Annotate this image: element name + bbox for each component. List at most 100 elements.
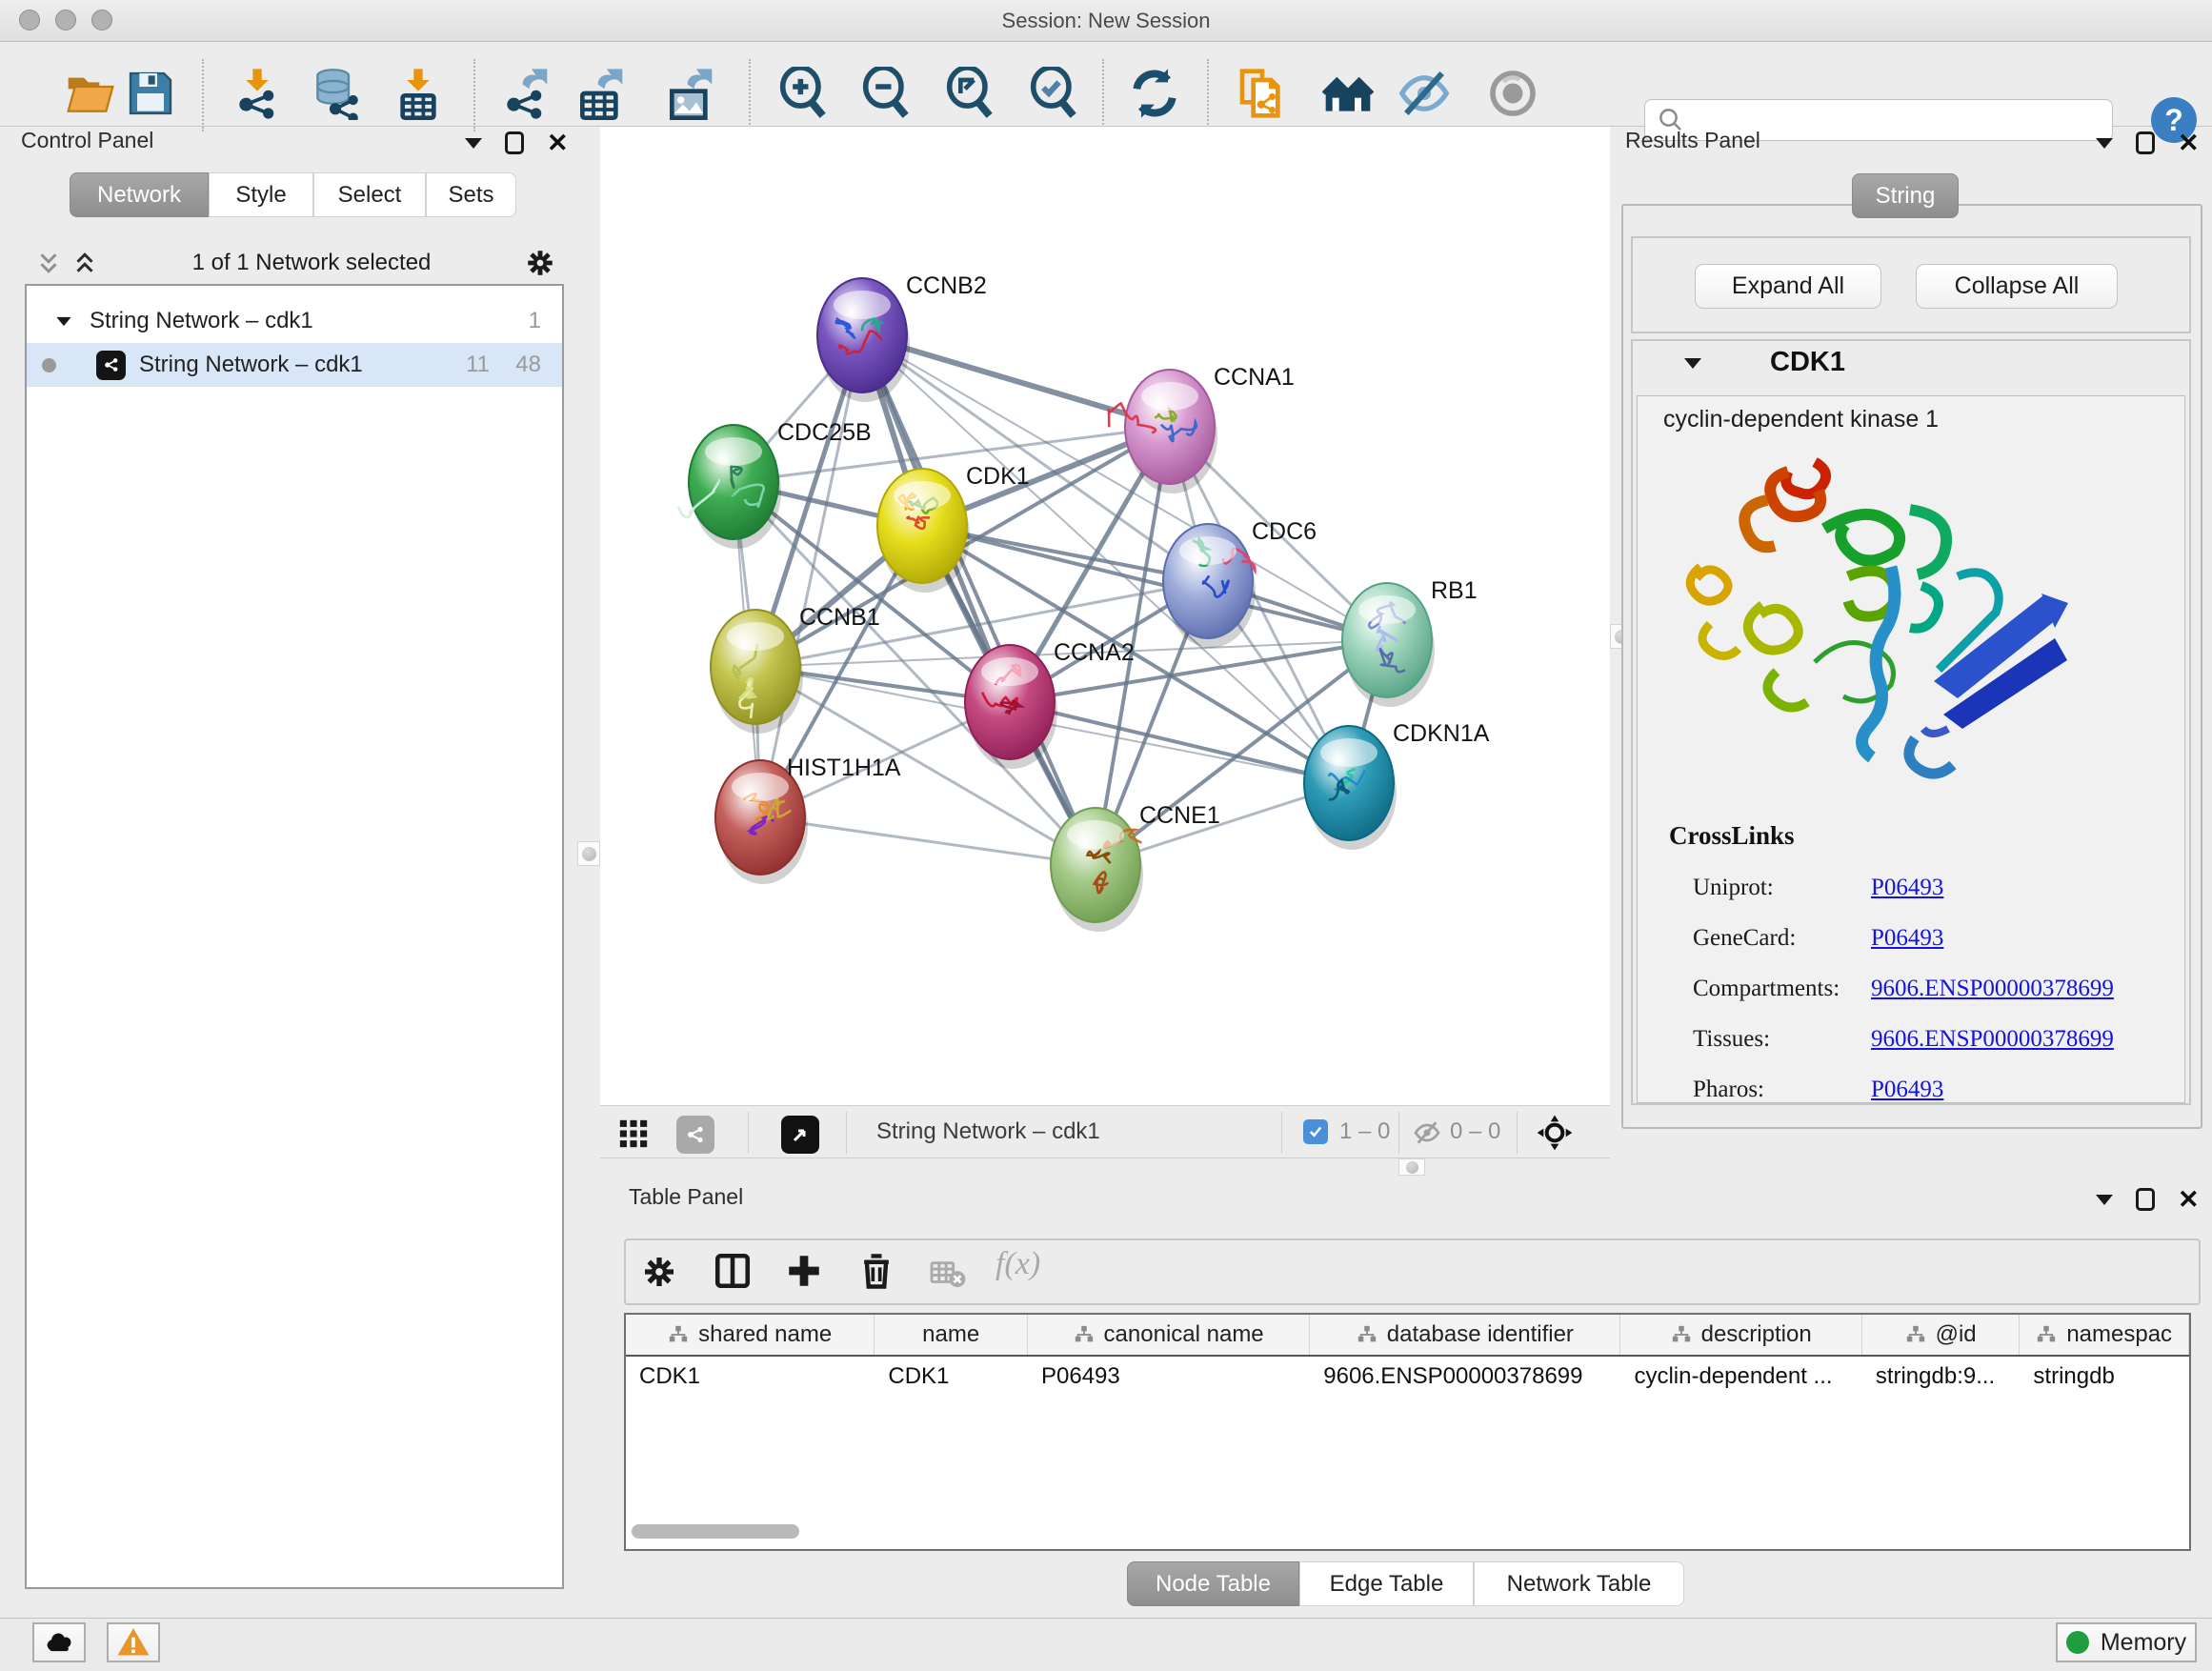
column-header-name[interactable]: name xyxy=(875,1315,1028,1355)
crosslink-link[interactable]: P06493 xyxy=(1871,875,1943,901)
export-network-icon[interactable] xyxy=(498,67,552,120)
table-cell[interactable]: stringdb:9... xyxy=(1862,1357,2021,1397)
crosslink-link[interactable]: P06493 xyxy=(1871,1077,1943,1103)
network-view-share-icon[interactable] xyxy=(676,1116,714,1154)
tab-string[interactable]: String xyxy=(1852,173,1959,218)
network-edge[interactable] xyxy=(1010,702,1349,783)
first-neighbors-icon[interactable] xyxy=(1321,67,1375,120)
network-node-CCNB1[interactable]: CCNB1 xyxy=(711,604,880,734)
open-file-icon[interactable] xyxy=(64,67,117,120)
network-node-HIST1H1A[interactable]: HIST1H1A xyxy=(715,755,901,884)
panel-close-icon[interactable]: ✕ xyxy=(2178,131,2200,154)
import-network-from-database-icon[interactable] xyxy=(309,67,362,120)
tab-sets[interactable]: Sets xyxy=(426,172,516,217)
table-cell[interactable]: 9606.ENSP00000378699 xyxy=(1310,1357,1620,1397)
crosslink-link[interactable]: 9606.ENSP00000378699 xyxy=(1871,976,2114,1002)
collapse-all-chevrons-icon[interactable] xyxy=(34,249,63,277)
table-tabs: Node TableEdge TableNetwork Table xyxy=(1127,1561,1684,1606)
network-node-CCNA2[interactable]: CCNA2 xyxy=(965,639,1135,769)
network-collection-row[interactable]: String Network – cdk1 1 xyxy=(27,299,562,343)
network-node-CCNE1[interactable]: CCNE1 xyxy=(1051,802,1220,932)
network-node-RB1[interactable]: RB1 xyxy=(1342,577,1478,707)
network-node-CDKN1A[interactable]: CDKN1A xyxy=(1304,720,1490,850)
panel-close-icon[interactable]: ✕ xyxy=(547,131,569,154)
node-table[interactable]: shared namenamecanonical namedatabase id… xyxy=(624,1313,2191,1551)
grid-view-icon[interactable] xyxy=(617,1117,650,1150)
selected-checkbox-icon[interactable] xyxy=(1303,1119,1328,1144)
table-cell[interactable]: P06493 xyxy=(1028,1357,1310,1397)
panel-float-icon[interactable] xyxy=(2136,1188,2155,1211)
network-node-CCNB2[interactable]: CCNB2 xyxy=(817,272,987,402)
panel-collapse-icon[interactable] xyxy=(2096,1195,2113,1205)
import-table-icon[interactable] xyxy=(392,67,445,120)
zoom-selected-icon[interactable] xyxy=(1029,67,1082,120)
left-splitter-handle[interactable] xyxy=(577,841,600,866)
export-table-icon[interactable] xyxy=(573,67,627,120)
column-header-canonical-name[interactable]: canonical name xyxy=(1028,1315,1310,1355)
panel-collapse-icon[interactable] xyxy=(465,138,482,149)
save-session-icon[interactable] xyxy=(124,67,177,120)
fit-content-crosshair-icon[interactable] xyxy=(1536,1114,1574,1152)
table-cell[interactable]: CDK1 xyxy=(875,1357,1028,1397)
toolbar-separator xyxy=(473,59,475,131)
expand-all-chevrons-icon[interactable] xyxy=(70,249,99,277)
network-node-CDK1[interactable]: CDK1 xyxy=(877,463,1030,593)
hide-selected-icon[interactable] xyxy=(1398,67,1451,120)
network-options-gear-icon[interactable] xyxy=(524,247,556,279)
column-header-database-identifier[interactable]: database identifier xyxy=(1310,1315,1620,1355)
panel-collapse-icon[interactable] xyxy=(2096,138,2113,149)
panel-float-icon[interactable] xyxy=(505,131,524,154)
collapse-all-button[interactable]: Collapse All xyxy=(1916,264,2118,309)
refresh-icon[interactable] xyxy=(1128,67,1181,120)
add-column-icon[interactable] xyxy=(784,1251,824,1291)
network-share-icon xyxy=(96,351,126,380)
table-row[interactable]: CDK1CDK1P064939606.ENSP00000378699cyclin… xyxy=(626,1357,2189,1397)
tab-select[interactable]: Select xyxy=(313,172,426,217)
delete-table-icon[interactable] xyxy=(929,1258,967,1290)
tab-network-table[interactable]: Network Table xyxy=(1474,1561,1684,1606)
import-network-icon[interactable] xyxy=(231,67,284,120)
zoom-out-icon[interactable] xyxy=(861,67,915,120)
tab-network[interactable]: Network xyxy=(70,172,209,217)
panel-float-icon[interactable] xyxy=(2136,131,2155,154)
panel-close-icon[interactable]: ✕ xyxy=(2178,1188,2200,1211)
network-canvas[interactable]: CCNB2 CCNA1 CDC25BCDK1 CDC6RB1 CCNB1 CCNA2 CDK… xyxy=(600,127,1610,1105)
show-all-icon[interactable] xyxy=(1486,67,1539,120)
tab-style[interactable]: Style xyxy=(209,172,313,217)
column-header-@id[interactable]: @id xyxy=(1862,1315,2021,1355)
network-node-CDC25B[interactable]: CDC25B xyxy=(678,419,872,549)
export-image-icon[interactable] xyxy=(663,67,716,120)
tab-edge-table[interactable]: Edge Table xyxy=(1299,1561,1474,1606)
bottom-splitter-handle[interactable] xyxy=(1398,1158,1425,1176)
split-panel-icon[interactable] xyxy=(713,1251,753,1291)
table-cell[interactable]: CDK1 xyxy=(626,1357,875,1397)
column-header-description[interactable]: description xyxy=(1620,1315,1861,1355)
network-edge[interactable] xyxy=(862,335,1096,865)
network-edge[interactable] xyxy=(760,817,1096,865)
tree-expander-icon[interactable] xyxy=(56,316,70,325)
cloud-button[interactable] xyxy=(32,1622,86,1662)
function-builder-icon[interactable]: f(x) xyxy=(995,1246,1040,1282)
clone-network-icon[interactable] xyxy=(1236,67,1289,120)
network-edge[interactable] xyxy=(760,335,862,817)
tab-node-table[interactable]: Node Table xyxy=(1127,1561,1299,1606)
network-row-selected[interactable]: String Network – cdk1 11 48 xyxy=(27,343,562,387)
warnings-button[interactable] xyxy=(107,1622,160,1662)
zoom-fit-icon[interactable] xyxy=(945,67,998,120)
horizontal-scrollbar-thumb[interactable] xyxy=(632,1524,799,1539)
expand-all-button[interactable]: Expand All xyxy=(1695,264,1881,309)
gene-expander-icon[interactable] xyxy=(1684,358,1701,369)
network-node-CDC6[interactable]: CDC6 xyxy=(1163,518,1317,648)
column-header-namespac[interactable]: namespac xyxy=(2020,1315,2189,1355)
zoom-in-icon[interactable] xyxy=(778,67,832,120)
delete-column-icon[interactable] xyxy=(855,1250,897,1292)
birds-eye-view-icon[interactable] xyxy=(781,1116,819,1154)
column-header-shared-name[interactable]: shared name xyxy=(626,1315,875,1355)
table-cell[interactable]: cyclin-dependent ... xyxy=(1620,1357,1861,1397)
network-node-CCNA1[interactable]: CCNA1 xyxy=(1109,364,1295,493)
crosslink-link[interactable]: P06493 xyxy=(1871,925,1943,952)
table-cell[interactable]: stringdb xyxy=(2020,1357,2189,1397)
table-settings-gear-icon[interactable] xyxy=(640,1253,678,1291)
crosslink-link[interactable]: 9606.ENSP00000378699 xyxy=(1871,1026,2114,1053)
memory-button[interactable]: Memory xyxy=(2056,1622,2197,1662)
